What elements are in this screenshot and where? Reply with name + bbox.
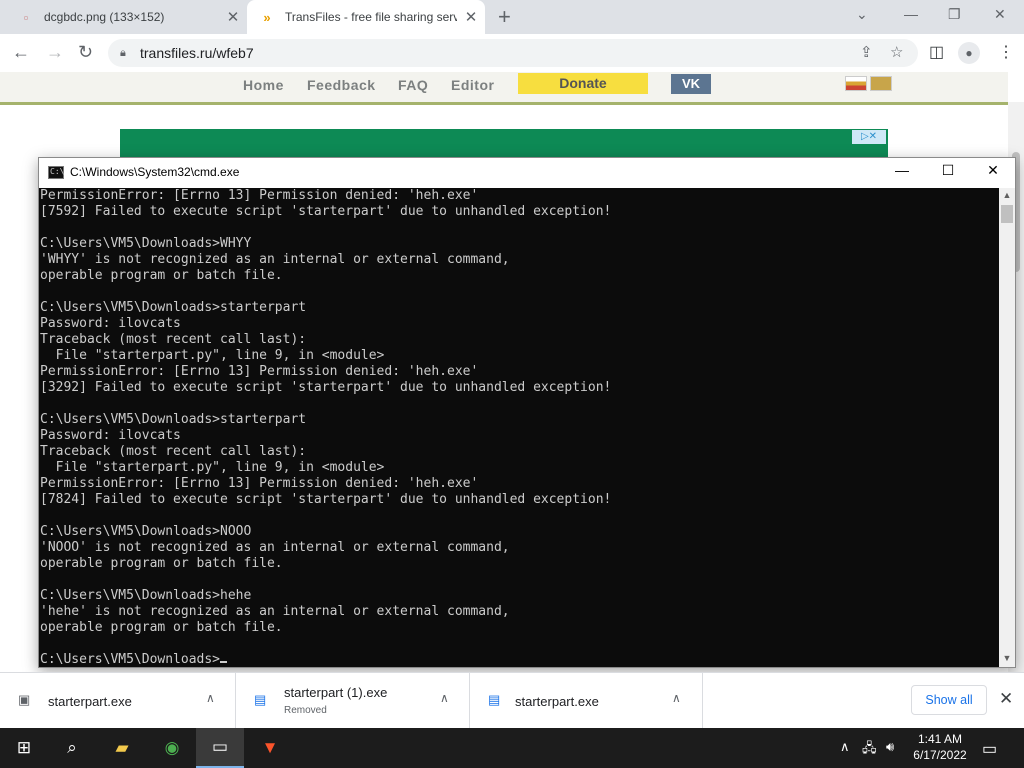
text-cursor bbox=[220, 661, 228, 663]
browser-tab-transfiles[interactable]: » TransFiles - free file sharing servi ✕ bbox=[247, 0, 485, 34]
windows-start-icon[interactable]: ⊞ bbox=[0, 728, 48, 768]
cmd-title: C:\Windows\System32\cmd.exe bbox=[70, 165, 240, 179]
exe-file-icon: ▤ bbox=[254, 692, 267, 707]
restore-button[interactable]: ❐ bbox=[948, 6, 961, 23]
uk-flag-icon[interactable] bbox=[870, 76, 892, 91]
brave-browser-icon[interactable]: ▼ bbox=[246, 728, 294, 768]
profile-avatar-icon[interactable]: ● bbox=[958, 42, 980, 64]
show-all-button[interactable]: Show all bbox=[911, 685, 987, 715]
tab-title: TransFiles - free file sharing servi bbox=[285, 10, 457, 24]
chevron-up-icon[interactable]: ∧ bbox=[440, 691, 449, 705]
console-text: PermissionError: [Errno 13] Permission d… bbox=[40, 188, 612, 667]
russian-flag-icon[interactable] bbox=[845, 76, 867, 91]
lock-icon[interactable]: 🔒︎ bbox=[120, 47, 130, 59]
download-filename: starterpart.exe bbox=[515, 694, 599, 709]
cmd-scrollbar-thumb[interactable] bbox=[1001, 205, 1013, 223]
back-arrow-icon[interactable]: ← bbox=[12, 42, 30, 63]
transfiles-logo-icon: » bbox=[263, 9, 271, 25]
forward-arrow-icon[interactable]: → bbox=[46, 42, 64, 63]
address-bar[interactable]: 🔒︎ transfiles.ru/wfeb7 ⇪ ☆ bbox=[108, 39, 918, 67]
close-window-button[interactable]: ✕ bbox=[994, 6, 1006, 23]
nav-editor-link[interactable]: Editor bbox=[451, 77, 494, 93]
nav-feedback-link[interactable]: Feedback bbox=[307, 77, 376, 93]
cmd-title-bar[interactable]: C:\ C:\Windows\System32\cmd.exe — ☐ ✕ bbox=[39, 158, 1015, 188]
tray-chevron-icon[interactable]: ∧ bbox=[840, 739, 850, 755]
console-output[interactable]: PermissionError: [Errno 13] Permission d… bbox=[39, 188, 999, 667]
new-tab-button[interactable]: + bbox=[498, 4, 511, 30]
cmd-taskbar-icon[interactable]: ▭ bbox=[196, 728, 244, 768]
nav-home-link[interactable]: Home bbox=[243, 77, 284, 93]
downloads-bar: ▣ starterpart.exe ∧ ▤ starterpart (1).ex… bbox=[0, 672, 1024, 728]
advertisement-banner[interactable] bbox=[120, 129, 888, 159]
image-file-icon: ▫ bbox=[23, 9, 29, 25]
cmd-icon: C:\ bbox=[48, 166, 64, 179]
side-panel-icon[interactable]: ◫ bbox=[929, 42, 944, 62]
exe-file-icon: ▣ bbox=[18, 692, 31, 707]
clock-time: 1:41 AM bbox=[917, 732, 963, 746]
minimize-button[interactable]: — bbox=[904, 6, 918, 22]
cmd-minimize-button[interactable]: — bbox=[879, 162, 925, 184]
bookmark-star-icon[interactable]: ☆ bbox=[890, 43, 903, 61]
notifications-icon[interactable]: ▭ bbox=[982, 739, 997, 759]
browser-tab-image[interactable]: ▫ dcgbdc.png (133×152) ✕ bbox=[0, 0, 247, 34]
browser-toolbar: ← → ↻ 🔒︎ transfiles.ru/wfeb7 ⇪ ☆ ◫ ⋮ bbox=[0, 34, 1024, 73]
more-menu-icon[interactable]: ⋮ bbox=[998, 42, 1014, 62]
download-status: Removed bbox=[284, 705, 327, 716]
file-explorer-icon[interactable]: ▰ bbox=[98, 728, 146, 768]
system-clock[interactable]: 1:41 AM 6/17/2022 bbox=[910, 731, 970, 763]
reload-icon[interactable]: ↻ bbox=[78, 42, 93, 63]
site-navigation: Home Feedback FAQ Editor Donate VK bbox=[0, 72, 1008, 105]
chevron-up-icon[interactable]: ∧ bbox=[672, 691, 681, 705]
close-tab-icon[interactable]: ✕ bbox=[457, 8, 485, 26]
scroll-down-arrow-icon[interactable]: ▼ bbox=[999, 653, 1015, 663]
tab-title: dcgbdc.png (133×152) bbox=[44, 10, 165, 24]
cmd-scrollbar[interactable]: ▲ ▼ bbox=[999, 188, 1015, 667]
chrome-icon[interactable]: ◉ bbox=[148, 728, 196, 768]
download-item[interactable]: ▤ starterpart.exe ∧ bbox=[470, 673, 703, 728]
cmd-window: C:\ C:\Windows\System32\cmd.exe — ☐ ✕ Pe… bbox=[38, 157, 1016, 668]
volume-icon[interactable]: 🔊︎ bbox=[886, 739, 894, 755]
download-filename: starterpart (1).exe bbox=[284, 685, 388, 700]
cmd-maximize-button[interactable]: ☐ bbox=[925, 162, 971, 184]
tab-search-icon[interactable]: ⌄ bbox=[856, 6, 868, 23]
close-downloads-icon[interactable]: ✕ bbox=[999, 689, 1013, 709]
url-text[interactable]: transfiles.ru/wfeb7 bbox=[140, 45, 254, 61]
download-filename: starterpart.exe bbox=[48, 694, 132, 709]
windows-taskbar: ⊞ ⌕ ▰ ◉ ▭ ▼ ∧ 🖧︎ 🔊︎ 1:41 AM 6/17/2022 ▭ bbox=[0, 728, 1024, 768]
nav-faq-link[interactable]: FAQ bbox=[398, 77, 428, 93]
download-item[interactable]: ▣ starterpart.exe ∧ bbox=[0, 673, 236, 728]
close-tab-icon[interactable]: ✕ bbox=[219, 8, 247, 26]
chevron-up-icon[interactable]: ∧ bbox=[206, 691, 215, 705]
download-item[interactable]: ▤ starterpart (1).exe Removed ∧ bbox=[236, 673, 470, 728]
cmd-close-button[interactable]: ✕ bbox=[970, 162, 1016, 184]
scroll-up-arrow-icon[interactable]: ▲ bbox=[999, 190, 1015, 200]
network-icon[interactable]: 🖧︎ bbox=[862, 739, 877, 761]
vk-button[interactable]: VK bbox=[671, 74, 711, 94]
ad-choices-icon[interactable]: ▷✕ bbox=[852, 130, 886, 144]
exe-file-icon: ▤ bbox=[488, 692, 501, 707]
clock-date: 6/17/2022 bbox=[913, 748, 967, 762]
share-icon[interactable]: ⇪ bbox=[860, 43, 873, 61]
search-icon[interactable]: ⌕ bbox=[48, 728, 96, 768]
donate-button[interactable]: Donate bbox=[518, 73, 648, 94]
tab-strip: ▫ dcgbdc.png (133×152) ✕ » TransFiles - … bbox=[0, 0, 1024, 34]
